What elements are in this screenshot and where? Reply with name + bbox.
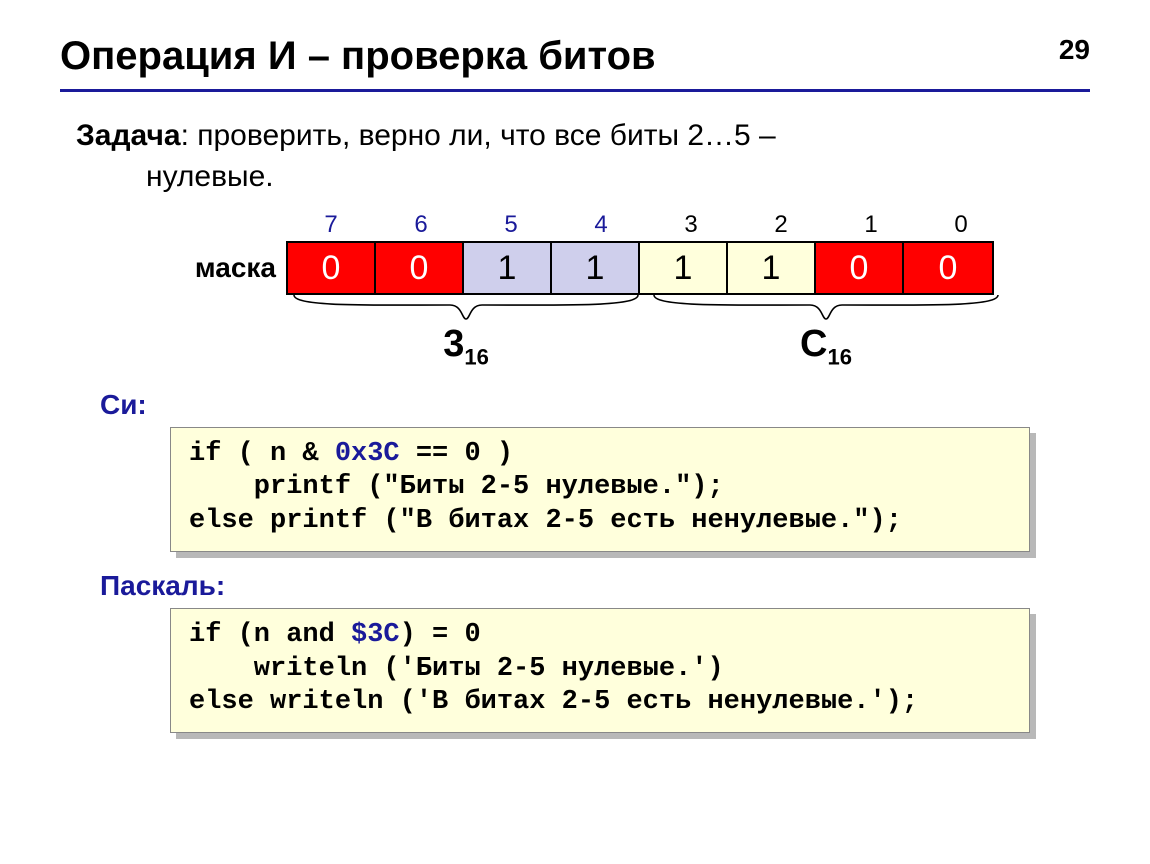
task-line1: : проверить, верно ли, что все биты 2…5 … [181,119,776,152]
pascal-heading: Паскаль: [100,570,1090,602]
bit-index: 4 [556,211,646,239]
code-token: if (n and [189,620,351,650]
code-token: == 0 ) [400,439,513,469]
bit-mask-figure: 76543210 маска 00111100 316 C16 [150,211,1090,371]
hex-right: C16 [646,323,1006,371]
curly-brace-icon [290,293,642,321]
code-token: $3C [351,620,400,650]
brace-right: C16 [646,293,1006,371]
brace-left: 316 [286,293,646,371]
bit-cell: 1 [552,243,640,293]
pascal-code-box: if (n and $3C) = 0 writeln ('Биты 2-5 ну… [170,608,1030,733]
c-heading: Си: [100,389,1090,421]
bit-index: 3 [646,211,736,239]
hex-right-main: C [800,323,827,365]
hex-left: 316 [286,323,646,371]
mask-row: маска 00111100 [150,241,1090,295]
code-token: printf ("Биты 2-5 нулевые."); [189,472,724,502]
code-token: ) = 0 [400,620,481,650]
title-rule [60,89,1090,92]
hex-right-sub: 16 [827,345,851,370]
pascal-code: if (n and $3C) = 0 writeln ('Биты 2-5 ну… [170,608,1030,733]
bit-cell: 1 [464,243,552,293]
slide: 29 Операция И – проверка битов Задача: п… [0,0,1150,864]
bit-cell: 1 [640,243,728,293]
bit-index: 6 [376,211,466,239]
code-token: else printf ("В битах 2-5 есть ненулевые… [189,506,902,536]
bit-index: 7 [286,211,376,239]
bit-cell: 0 [816,243,904,293]
slide-title: Операция И – проверка битов [60,34,1090,79]
bit-cell: 0 [904,243,992,293]
c-code-box: if ( n & 0x3C == 0 ) printf ("Биты 2-5 н… [170,427,1030,552]
brace-row: 316 C16 [286,293,1090,371]
bit-index: 1 [826,211,916,239]
mask-label: маска [150,252,286,284]
code-token: if ( n & [189,439,335,469]
bit-cell: 0 [288,243,376,293]
bit-cell: 1 [728,243,816,293]
bit-index-row: 76543210 [286,211,1090,239]
hex-left-main: 3 [443,323,464,365]
task-label: Задача [76,119,181,152]
bit-cell: 0 [376,243,464,293]
bit-index: 0 [916,211,1006,239]
curly-brace-icon [650,293,1002,321]
code-token: writeln ('Биты 2-5 нулевые.') [189,654,724,684]
code-token: 0x3C [335,439,400,469]
task-text: Задача: проверить, верно ли, что все бит… [76,116,1090,197]
task-line2: нулевые. [76,157,1090,198]
bit-index: 5 [466,211,556,239]
c-code: if ( n & 0x3C == 0 ) printf ("Биты 2-5 н… [170,427,1030,552]
page-number: 29 [1059,34,1090,66]
code-token: else writeln ('В битах 2-5 есть ненулевы… [189,687,918,717]
bit-index: 2 [736,211,826,239]
bit-table: 00111100 [286,241,994,295]
hex-left-sub: 16 [464,345,488,370]
